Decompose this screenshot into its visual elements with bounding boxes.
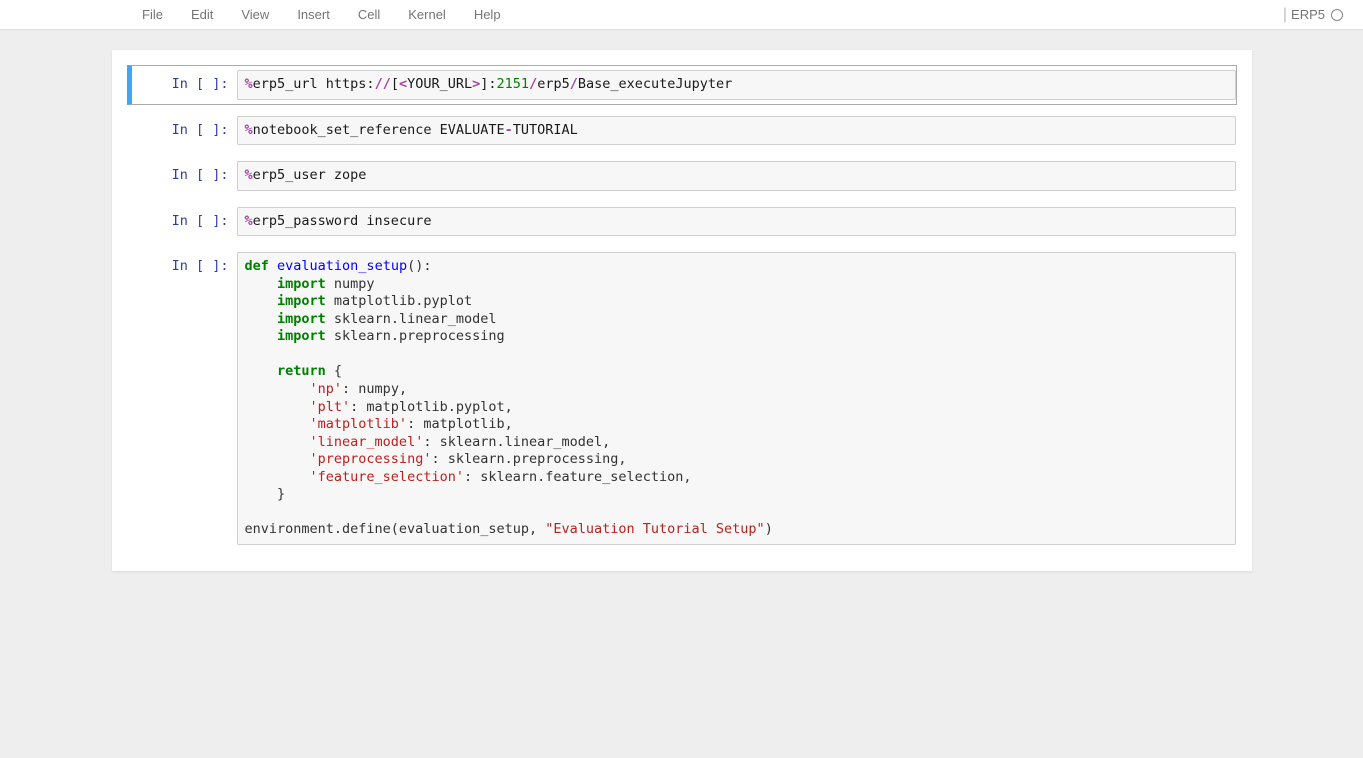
kernel-status-icon (1331, 9, 1343, 21)
code-input[interactable]: def evaluation_setup(): import numpy imp… (237, 252, 1236, 545)
menubar: File Edit View Insert Cell Kernel Help |… (0, 0, 1363, 30)
notebook-container: In [ ]:%erp5_url https://[<YOUR_URL>]:21… (112, 50, 1252, 571)
menu-file[interactable]: File (128, 0, 177, 30)
input-prompt: In [ ]: (132, 70, 237, 92)
code-cell[interactable]: In [ ]:%erp5_user zope (127, 156, 1237, 196)
code-cell[interactable]: In [ ]:def evaluation_setup(): import nu… (127, 247, 1237, 550)
menu-view[interactable]: View (227, 0, 283, 30)
menu-kernel[interactable]: Kernel (394, 0, 460, 30)
input-prompt: In [ ]: (132, 252, 237, 274)
code-cell[interactable]: In [ ]:%erp5_url https://[<YOUR_URL>]:21… (127, 65, 1237, 105)
code-input[interactable]: %erp5_password insecure (237, 207, 1236, 237)
code-input[interactable]: %erp5_url https://[<YOUR_URL>]:2151/erp5… (237, 70, 1236, 100)
kernel-name: ERP5 (1291, 7, 1325, 22)
code-input[interactable]: %notebook_set_reference EVALUATE-TUTORIA… (237, 116, 1236, 146)
kernel-separator: | (1283, 6, 1287, 24)
input-prompt: In [ ]: (132, 161, 237, 183)
menu-cell[interactable]: Cell (344, 0, 394, 30)
input-prompt: In [ ]: (132, 116, 237, 138)
input-prompt: In [ ]: (132, 207, 237, 229)
menu-insert[interactable]: Insert (283, 0, 344, 30)
kernel-indicator: | ERP5 (1283, 6, 1343, 24)
code-cell[interactable]: In [ ]:%erp5_password insecure (127, 202, 1237, 242)
menu-help[interactable]: Help (460, 0, 515, 30)
code-cell[interactable]: In [ ]:%notebook_set_reference EVALUATE-… (127, 111, 1237, 151)
menu-edit[interactable]: Edit (177, 0, 227, 30)
code-input[interactable]: %erp5_user zope (237, 161, 1236, 191)
